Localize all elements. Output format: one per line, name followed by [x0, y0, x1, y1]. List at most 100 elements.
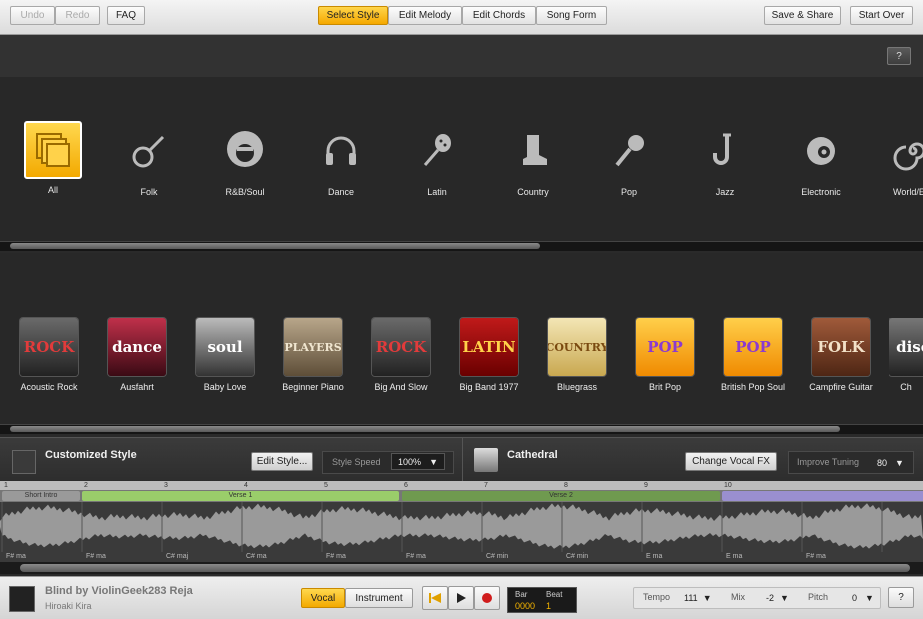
- chord-label[interactable]: C# min: [566, 552, 588, 562]
- chord-label[interactable]: E ma: [726, 552, 742, 562]
- edit-style-button[interactable]: Edit Style...: [251, 452, 313, 471]
- section-block[interactable]: [722, 491, 923, 501]
- category-label: Country: [517, 187, 549, 197]
- chord-label[interactable]: F# ma: [406, 552, 426, 562]
- category-latin[interactable]: Latin: [402, 121, 472, 197]
- bar-number: 5: [324, 482, 328, 489]
- dropdown-arrow-icon: ▼: [702, 592, 712, 603]
- category-scrollbar[interactable]: [0, 241, 923, 251]
- style-header-band: ?: [0, 35, 923, 77]
- tempo-select[interactable]: 111 ▼: [684, 588, 712, 607]
- style-item[interactable]: soul Baby Love: [185, 318, 265, 392]
- rewind-button[interactable]: [422, 586, 448, 610]
- tab-song-form[interactable]: Song Form: [536, 6, 607, 25]
- category-electronic[interactable]: Electronic: [786, 121, 856, 197]
- style-speed-value: 100%: [398, 456, 422, 467]
- chord-label[interactable]: F# ma: [326, 552, 346, 562]
- style-speed-select[interactable]: 100% ▼: [391, 453, 445, 470]
- category-world[interactable]: World/E: [873, 121, 923, 197]
- style-thumbnail: LATIN: [460, 318, 518, 376]
- dropdown-arrow-icon: ▼: [865, 592, 874, 603]
- category-pop[interactable]: Pop: [594, 121, 664, 197]
- style-thumbnail: FOLK: [812, 318, 870, 376]
- chord-label[interactable]: F# ma: [806, 552, 826, 562]
- waveform-graphic: [0, 502, 923, 552]
- section-block[interactable]: Verse 2: [402, 491, 720, 501]
- chord-label[interactable]: E ma: [646, 552, 662, 562]
- improve-tuning-select[interactable]: 80 ▼: [877, 453, 904, 472]
- category-jazz[interactable]: Jazz: [690, 121, 760, 197]
- chord-label[interactable]: C# ma: [246, 552, 267, 562]
- undo-button[interactable]: Undo: [10, 6, 55, 25]
- chord-label[interactable]: C# maj: [166, 552, 188, 562]
- category-label: Jazz: [715, 187, 735, 197]
- style-art-text: disco: [896, 338, 923, 356]
- bar-number: 4: [244, 482, 248, 489]
- style-item[interactable]: dance Ausfahrt: [97, 318, 177, 392]
- style-speed-label: Style Speed: [332, 457, 381, 467]
- dropdown-arrow-icon: ▼: [429, 456, 438, 467]
- category-dance[interactable]: Dance: [306, 121, 376, 197]
- timeline-scrollbar[interactable]: [0, 562, 923, 574]
- help-button-bottom[interactable]: ?: [888, 587, 914, 608]
- chord-track[interactable]: F# ma F# ma C# maj C# ma F# ma F# ma C# min C# …: [0, 552, 923, 562]
- bar-number: 1: [4, 482, 8, 489]
- instrument-toggle[interactable]: Instrument: [345, 588, 413, 608]
- song-title: Blind by ViolinGeek283 Reja: [45, 585, 193, 597]
- tab-edit-chords[interactable]: Edit Chords: [462, 6, 536, 25]
- headphones-icon: [311, 121, 371, 181]
- style-item[interactable]: ROCK Big And Slow: [361, 318, 441, 392]
- category-label: Dance: [327, 187, 354, 197]
- style-item[interactable]: POP British Pop Soul: [713, 318, 793, 392]
- style-speed-control: Style Speed 100% ▼: [322, 451, 454, 474]
- category-rnb-soul[interactable]: R&B/Soul: [210, 121, 280, 197]
- style-item[interactable]: COUNTRY Bluegrass: [537, 318, 617, 392]
- section-block[interactable]: Short Intro: [2, 491, 80, 501]
- tab-select-style[interactable]: Select Style: [318, 6, 388, 25]
- category-scroll-thumb[interactable]: [10, 243, 540, 249]
- category-all[interactable]: All: [18, 121, 88, 195]
- save-share-button[interactable]: Save & Share: [764, 6, 841, 25]
- vocal-toggle[interactable]: Vocal: [301, 588, 345, 608]
- style-item[interactable]: POP Brit Pop: [625, 318, 705, 392]
- timeline-scroll-thumb[interactable]: [20, 564, 910, 572]
- style-thumbnail: COUNTRY: [548, 318, 606, 376]
- play-button[interactable]: [448, 586, 474, 610]
- chord-label[interactable]: C# min: [486, 552, 508, 562]
- change-vocal-fx-button[interactable]: Change Vocal FX: [685, 452, 777, 471]
- help-button[interactable]: ?: [887, 47, 911, 65]
- start-over-button[interactable]: Start Over: [850, 6, 913, 25]
- mix-select[interactable]: -2 ▼: [766, 588, 789, 607]
- tab-edit-melody[interactable]: Edit Melody: [388, 6, 462, 25]
- style-item[interactable]: FOLK Campfire Guitar: [801, 318, 881, 392]
- chord-label[interactable]: F# ma: [86, 552, 106, 562]
- style-scroll-thumb[interactable]: [10, 426, 840, 432]
- style-art-text: COUNTRY: [548, 340, 606, 354]
- section-block[interactable]: Verse 1: [82, 491, 399, 501]
- record-button[interactable]: [474, 586, 500, 610]
- pitch-select[interactable]: 0 ▼: [852, 588, 874, 607]
- style-item[interactable]: LATIN Big Band 1977: [449, 318, 529, 392]
- category-country[interactable]: Country: [498, 121, 568, 197]
- vocal-fx-name: Cathedral: [507, 449, 558, 461]
- category-folk[interactable]: Folk: [114, 121, 184, 197]
- bar-number: 10: [724, 482, 732, 489]
- bar-ruler[interactable]: 1 2 3 4 5 6 7 8 9 10: [0, 481, 923, 490]
- category-label: Folk: [140, 187, 158, 197]
- pitch-label: Pitch: [808, 592, 829, 602]
- redo-button[interactable]: Redo: [55, 6, 100, 25]
- bar-number: 2: [84, 482, 88, 489]
- vocal-waveform[interactable]: [0, 502, 923, 552]
- style-item[interactable]: PLAYERS Beginner Piano: [273, 318, 353, 392]
- faq-button[interactable]: FAQ: [107, 6, 145, 25]
- style-label: British Pop Soul: [720, 382, 786, 392]
- style-item[interactable]: disco Ch: [889, 318, 923, 392]
- style-label: Brit Pop: [648, 382, 681, 392]
- category-label: Pop: [620, 187, 637, 197]
- style-scrollbar[interactable]: [0, 424, 923, 434]
- category-label: R&B/Soul: [225, 187, 265, 197]
- bar-label: Bar: [515, 590, 528, 599]
- chord-label[interactable]: F# ma: [6, 552, 26, 562]
- style-thumbnail: disco: [889, 318, 923, 376]
- style-item[interactable]: ROCK Acoustic Rock: [9, 318, 89, 392]
